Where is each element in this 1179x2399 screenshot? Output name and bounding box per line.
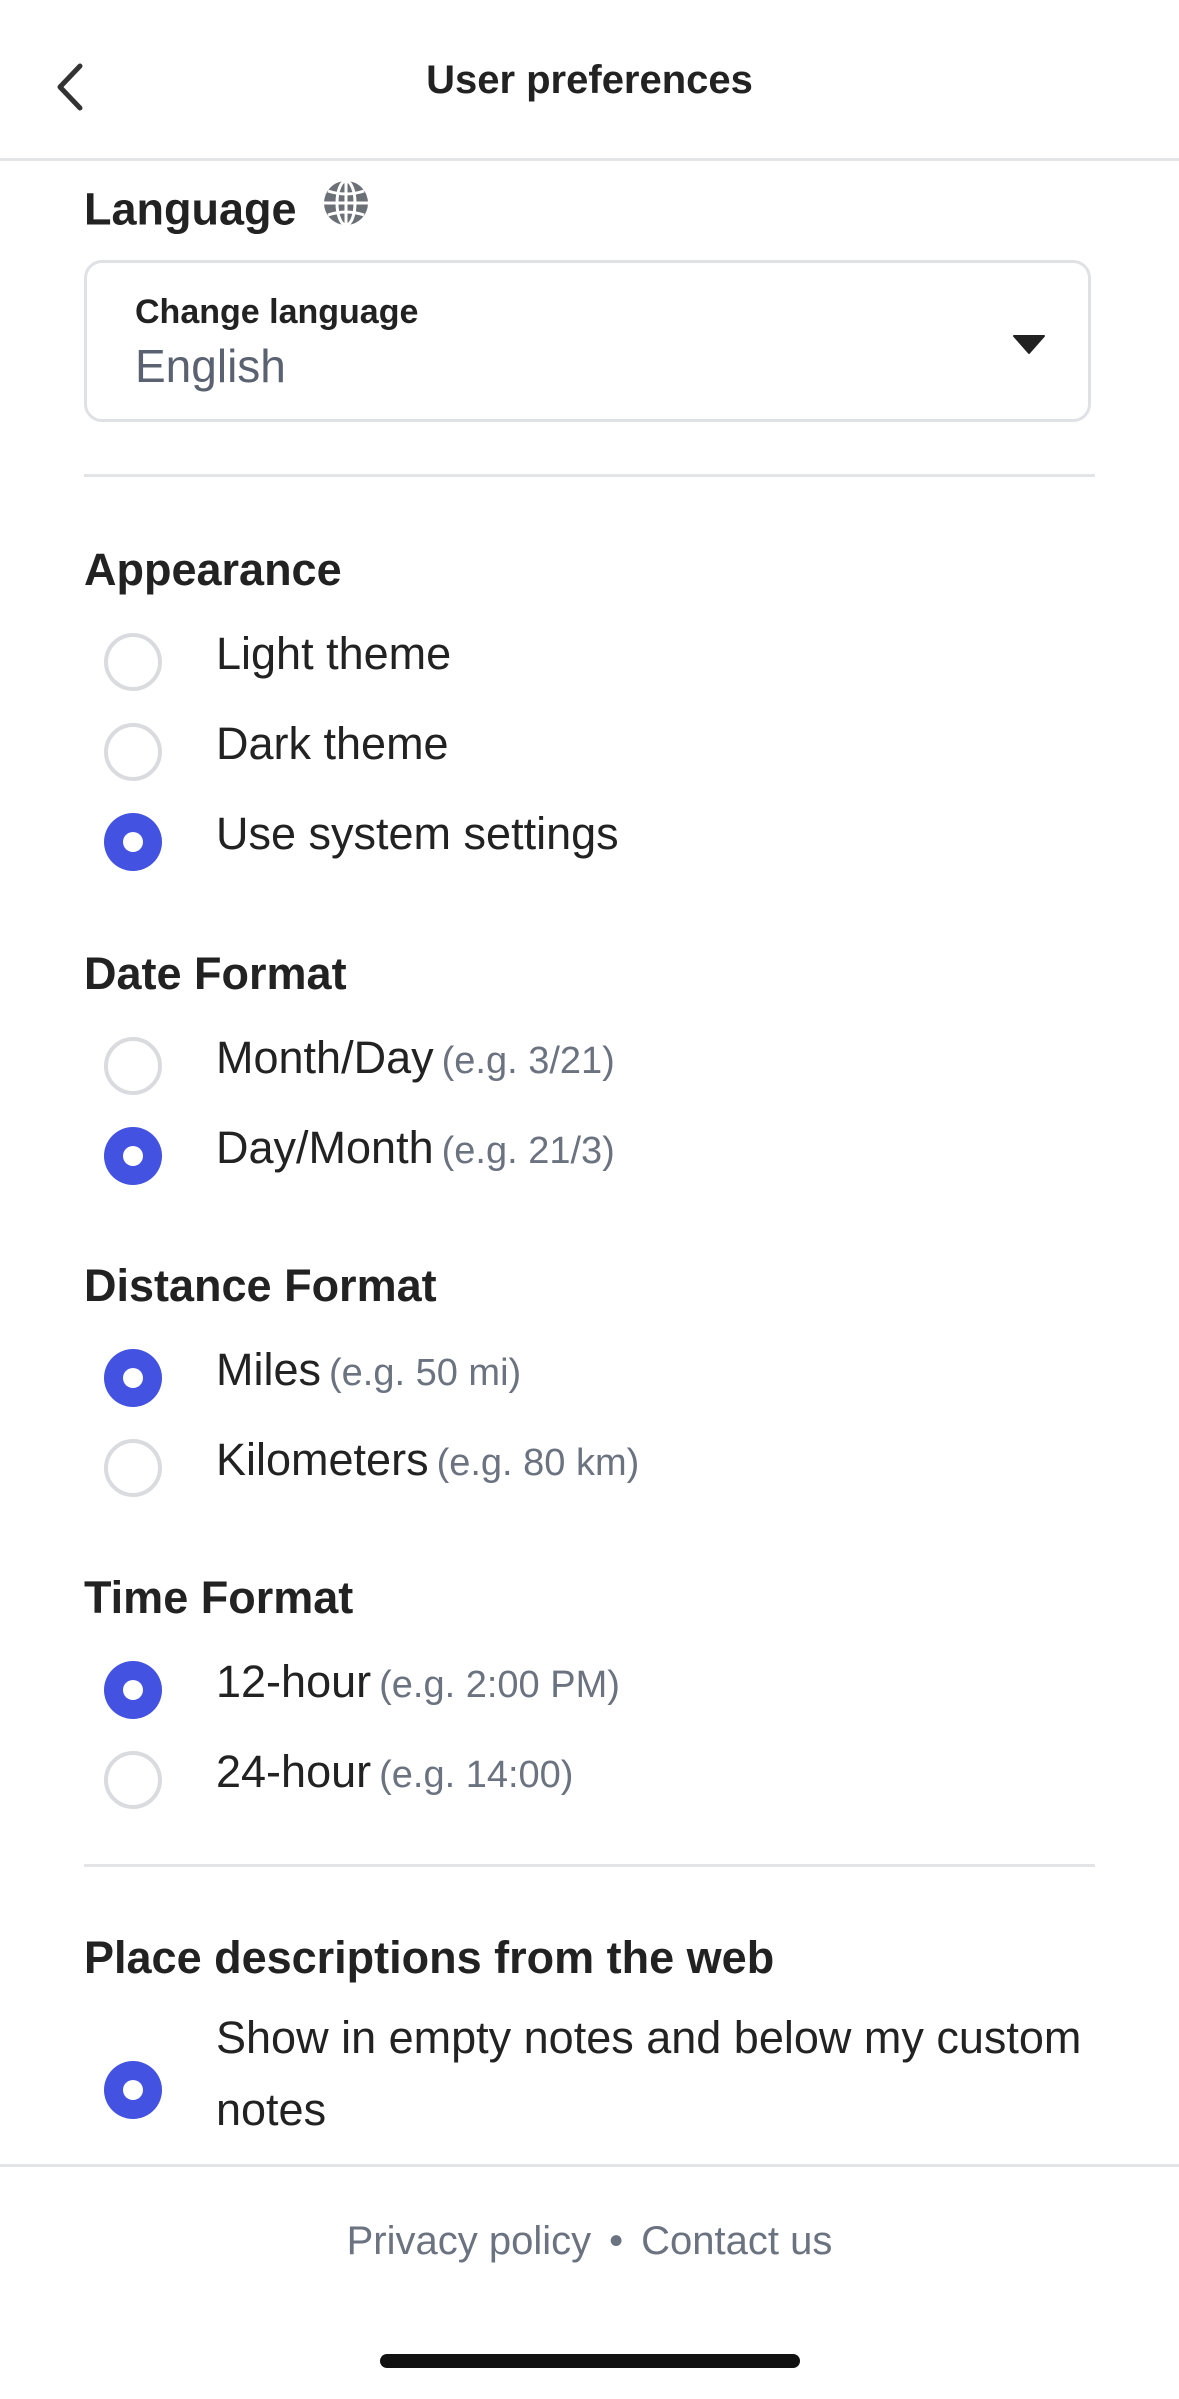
radio-button[interactable] [104,1439,162,1497]
change-language-label: Change language [135,293,419,331]
radio-button-selected[interactable] [104,1127,162,1185]
radio-show-in-empty-notes[interactable]: Show in empty notes and below my custom … [104,2010,1094,2160]
home-indicator [380,2354,800,2368]
radio-miles[interactable]: Miles (e.g. 50 mi) [104,1342,1094,1412]
radio-24-hour[interactable]: 24-hour (e.g. 14:00) [104,1744,1094,1814]
radio-label: 24-hour (e.g. 14:00) [216,1746,573,1798]
radio-12-hour[interactable]: 12-hour (e.g. 2:00 PM) [104,1654,1094,1724]
radio-button[interactable] [104,1037,162,1095]
date-format-section-title: Date Format [84,948,347,999]
radio-button[interactable] [104,1751,162,1809]
radio-label: Dark theme [216,718,449,769]
contact-us-link[interactable]: Contact us [641,2219,832,2263]
radio-label: Day/Month (e.g. 21/3) [216,1122,615,1174]
radio-button-selected[interactable] [104,813,162,871]
place-descriptions-section-title: Place descriptions from the web [84,1932,775,1983]
radio-label: Month/Day (e.g. 3/21) [216,1032,615,1084]
radio-label: Use system settings [216,808,619,859]
option-label: Miles [216,1344,322,1395]
radio-dark-theme[interactable]: Dark theme [104,716,1094,786]
option-hint: (e.g. 2:00 PM) [379,1664,620,1706]
option-label: 12-hour [216,1656,372,1707]
footer-separator: • [609,2219,624,2263]
option-label: Month/Day [216,1032,434,1083]
radio-button-selected[interactable] [104,1661,162,1719]
globe-icon [321,178,371,239]
appearance-section-title: Appearance [84,544,342,595]
footer-links: Privacy policy • Contact us [0,2219,1179,2264]
radio-button-selected[interactable] [104,1349,162,1407]
radio-label: Miles (e.g. 50 mi) [216,1344,521,1396]
distance-format-section-title: Distance Format [84,1260,437,1311]
privacy-policy-link[interactable]: Privacy policy [347,2219,592,2263]
radio-label: Show in empty notes and below my custom … [216,2012,1082,2135]
option-hint: (e.g. 14:00) [379,1754,574,1796]
language-title-text: Language [84,183,297,235]
option-label: Day/Month [216,1122,434,1173]
radio-button[interactable] [104,633,162,691]
change-language-select[interactable]: Change language English [84,260,1091,422]
option-hint: (e.g. 80 km) [436,1442,640,1484]
time-format-section-title: Time Format [84,1572,354,1623]
divider [84,1864,1095,1867]
radio-label: Kilometers (e.g. 80 km) [216,1434,639,1486]
top-nav-bar: User preferences [0,0,1179,161]
option-label: 24-hour [216,1746,372,1797]
radio-button-selected[interactable] [104,2061,162,2119]
radio-label: Light theme [216,628,452,679]
radio-light-theme[interactable]: Light theme [104,626,1094,696]
option-label: Kilometers [216,1434,429,1485]
option-hint: (e.g. 21/3) [441,1130,615,1172]
radio-day-month[interactable]: Day/Month (e.g. 21/3) [104,1120,1094,1190]
radio-label: 12-hour (e.g. 2:00 PM) [216,1656,620,1708]
radio-kilometers[interactable]: Kilometers (e.g. 80 km) [104,1432,1094,1502]
radio-button[interactable] [104,723,162,781]
page-title: User preferences [426,58,753,102]
option-hint: (e.g. 50 mi) [329,1352,522,1394]
option-hint: (e.g. 3/21) [441,1040,615,1082]
caret-down-icon [1013,335,1045,354]
language-section-title: Language [84,179,371,243]
radio-month-day[interactable]: Month/Day (e.g. 3/21) [104,1030,1094,1100]
radio-use-system-settings[interactable]: Use system settings [104,806,1094,876]
divider [84,474,1095,477]
selected-language-value: English [135,340,286,392]
